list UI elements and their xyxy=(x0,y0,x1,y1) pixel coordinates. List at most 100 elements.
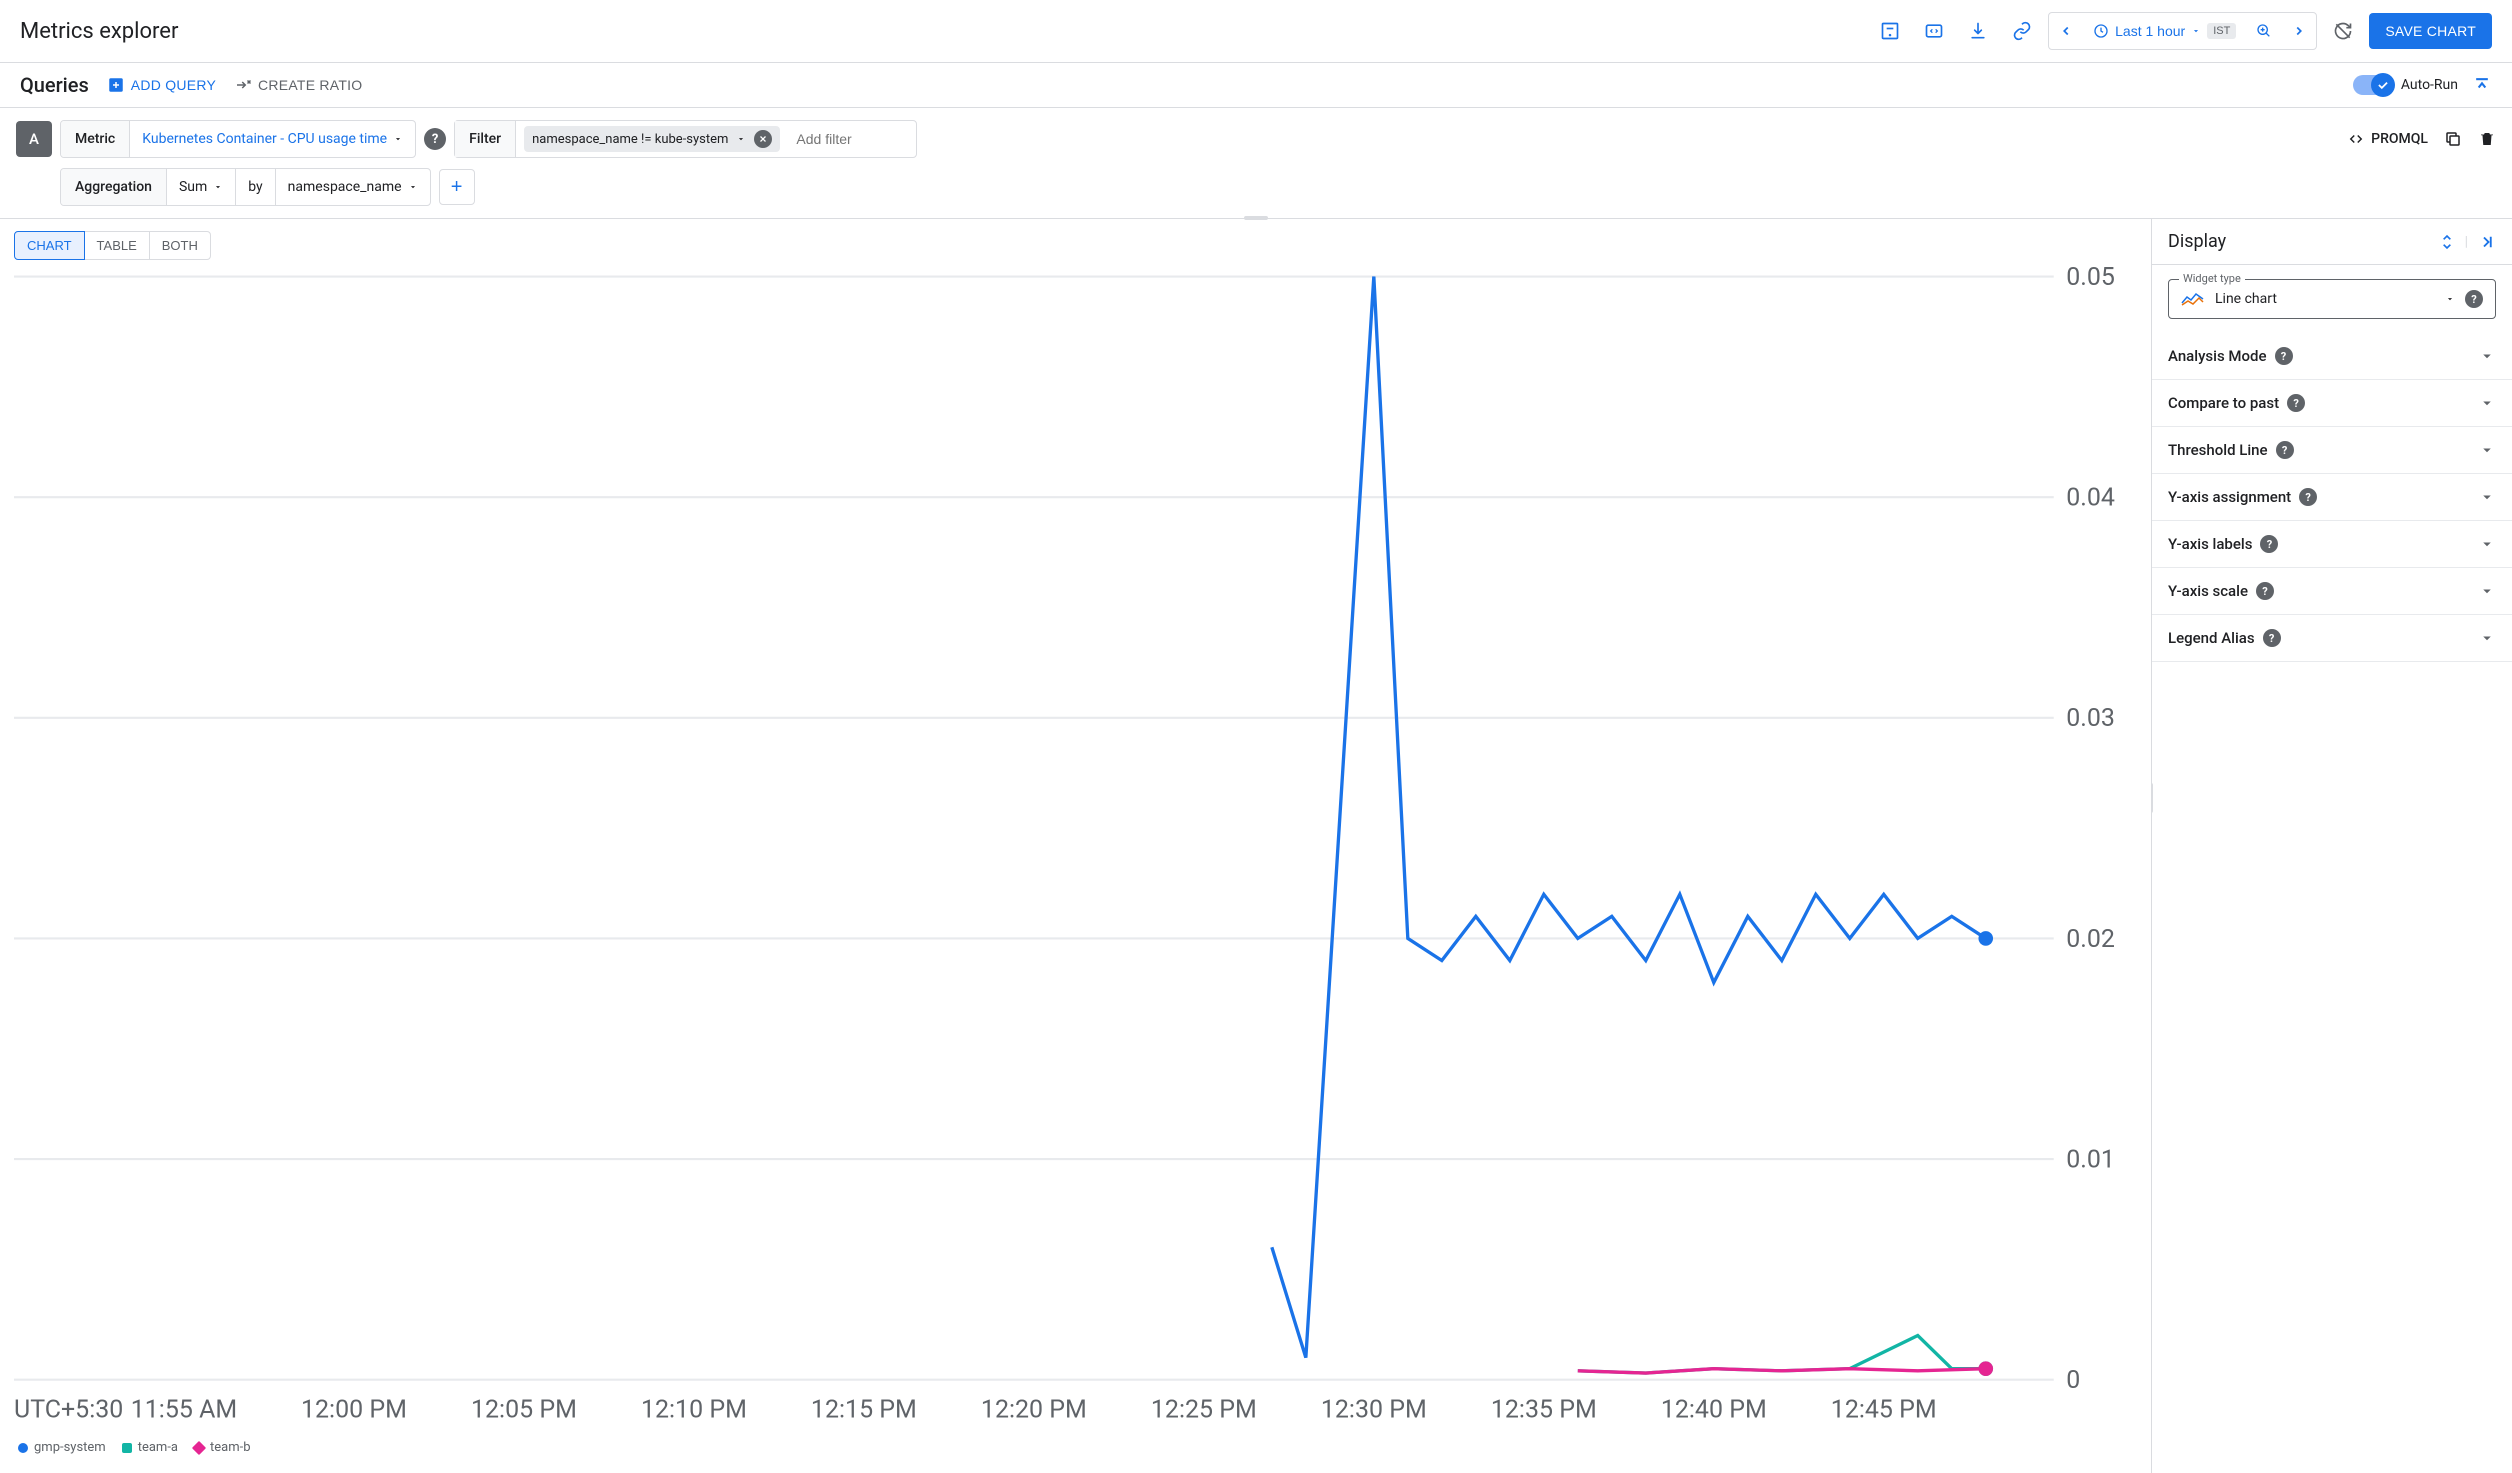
top-actions: Last 1 hour IST SAVE CHART xyxy=(1872,12,2492,50)
code-icon[interactable] xyxy=(1916,13,1952,49)
accordion-yaxis-assignment[interactable]: Y-axis assignment? xyxy=(2152,474,2512,521)
svg-text:0: 0 xyxy=(2066,1366,2080,1395)
legend-row: gmp-system team-a team-b xyxy=(14,1434,2137,1461)
query-letter-badge: A xyxy=(16,121,52,157)
display-header-actions: | xyxy=(2439,232,2496,252)
view-tab-chart[interactable]: CHART xyxy=(14,231,85,260)
help-icon[interactable]: ? xyxy=(2287,394,2305,412)
aggregation-group[interactable]: namespace_name xyxy=(275,169,430,205)
svg-text:0.05: 0.05 xyxy=(2066,264,2115,292)
queries-bar-right: Auto-Run xyxy=(2353,75,2492,95)
aggregation-by-label: by xyxy=(235,169,274,205)
legend-item-team-a[interactable]: team-a xyxy=(122,1440,178,1455)
query-row-1: A Metric Kubernetes Container - CPU usag… xyxy=(16,120,2496,158)
chevron-down-icon[interactable] xyxy=(736,134,746,144)
time-range-next-button[interactable] xyxy=(2282,13,2316,49)
chevron-down-icon xyxy=(2478,441,2496,459)
svg-text:12:45 PM: 12:45 PM xyxy=(1831,1395,1937,1424)
help-icon[interactable]: ? xyxy=(2275,347,2293,365)
help-icon[interactable]: ? xyxy=(2256,582,2274,600)
line-chart-icon xyxy=(2181,291,2205,307)
display-panel: Display | Widget type Line chart ? A xyxy=(2152,219,2512,1473)
collapse-panel-icon[interactable] xyxy=(2478,233,2496,251)
legend-item-gmp-system[interactable]: gmp-system xyxy=(18,1440,106,1455)
chevron-down-icon[interactable] xyxy=(2445,294,2455,304)
help-icon[interactable]: ? xyxy=(2260,535,2278,553)
accordion-yaxis-labels[interactable]: Y-axis labels? xyxy=(2152,521,2512,568)
expand-collapse-icon[interactable] xyxy=(2439,232,2455,252)
filter-label: Filter xyxy=(455,121,516,157)
svg-text:UTC+5:30: UTC+5:30 xyxy=(14,1395,123,1424)
collapse-queries-icon[interactable] xyxy=(2472,75,2492,95)
toggle-switch[interactable] xyxy=(2353,75,2393,95)
metric-value[interactable]: Kubernetes Container - CPU usage time xyxy=(130,121,415,157)
widget-type-selector[interactable]: Widget type Line chart ? xyxy=(2168,279,2496,319)
save-chart-button[interactable]: SAVE CHART xyxy=(2369,13,2492,49)
time-range-label: Last 1 hour xyxy=(2115,23,2185,39)
accordion-compare-past[interactable]: Compare to past? xyxy=(2152,380,2512,427)
view-tab-table[interactable]: TABLE xyxy=(84,231,150,260)
add-query-button[interactable]: ADD QUERY xyxy=(107,76,216,94)
filter-selector[interactable]: Filter namespace_name != kube-system xyxy=(454,120,917,158)
metric-selector[interactable]: Metric Kubernetes Container - CPU usage … xyxy=(60,120,416,158)
delete-icon[interactable] xyxy=(2478,130,2496,148)
svg-text:12:10 PM: 12:10 PM xyxy=(641,1395,747,1424)
copy-icon[interactable] xyxy=(2444,130,2462,148)
chevron-down-icon xyxy=(2478,629,2496,647)
metric-label: Metric xyxy=(61,121,130,157)
accordion-analysis-mode[interactable]: Analysis Mode? xyxy=(2152,333,2512,380)
view-tab-both[interactable]: BOTH xyxy=(149,231,211,260)
autorefresh-off-icon[interactable] xyxy=(2325,13,2361,49)
aggregation-func[interactable]: Sum xyxy=(167,169,235,205)
chart-svg: 00.010.020.030.040.05UTC+5:3011:55 AM12:… xyxy=(14,264,2137,1434)
drag-handle[interactable] xyxy=(1244,216,1268,220)
zoom-icon[interactable] xyxy=(2246,13,2282,49)
query-row-2: Aggregation Sum by namespace_name + xyxy=(16,168,2496,206)
aggregation-selector[interactable]: Aggregation Sum by namespace_name xyxy=(60,168,431,206)
chart-area: CHART TABLE BOTH 00.010.020.030.040.05UT… xyxy=(0,219,2152,1473)
metric-help-icon[interactable]: ? xyxy=(424,128,446,150)
create-ratio-label: CREATE RATIO xyxy=(258,77,362,93)
help-icon[interactable]: ? xyxy=(2299,488,2317,506)
legend-item-team-b[interactable]: team-b xyxy=(194,1440,251,1455)
chevron-down-icon xyxy=(2478,535,2496,553)
chevron-down-icon xyxy=(2478,394,2496,412)
add-aggregation-button[interactable]: + xyxy=(439,169,475,205)
add-query-label: ADD QUERY xyxy=(131,77,216,93)
help-icon[interactable]: ? xyxy=(2263,629,2281,647)
chart-canvas[interactable]: 00.010.020.030.040.05UTC+5:3011:55 AM12:… xyxy=(14,264,2137,1434)
display-header: Display | xyxy=(2152,219,2512,265)
svg-text:0.04: 0.04 xyxy=(2066,483,2115,512)
svg-text:12:00 PM: 12:00 PM xyxy=(301,1395,407,1424)
chevron-down-icon xyxy=(2478,582,2496,600)
svg-text:12:35 PM: 12:35 PM xyxy=(1491,1395,1597,1424)
time-range-picker[interactable]: Last 1 hour IST xyxy=(2083,13,2246,49)
download-icon[interactable] xyxy=(1960,13,1996,49)
add-to-dashboard-icon[interactable] xyxy=(1872,13,1908,49)
aggregation-label: Aggregation xyxy=(61,169,167,205)
widget-type-help-icon[interactable]: ? xyxy=(2465,290,2483,308)
accordion-threshold-line[interactable]: Threshold Line? xyxy=(2152,427,2512,474)
help-icon[interactable]: ? xyxy=(2276,441,2294,459)
filter-chip[interactable]: namespace_name != kube-system xyxy=(524,126,780,152)
auto-run-toggle[interactable]: Auto-Run xyxy=(2353,75,2458,95)
legend-diamond-icon xyxy=(192,1440,206,1454)
accordion-yaxis-scale[interactable]: Y-axis scale? xyxy=(2152,568,2512,615)
add-filter-input[interactable] xyxy=(788,131,908,147)
panel-resize-handle[interactable] xyxy=(2152,783,2153,813)
create-ratio-button[interactable]: CREATE RATIO xyxy=(234,76,362,94)
widget-type-label: Widget type xyxy=(2179,272,2245,285)
toggle-knob-check-icon xyxy=(2371,73,2395,97)
time-range-prev-button[interactable] xyxy=(2049,13,2083,49)
auto-run-label: Auto-Run xyxy=(2401,77,2458,93)
svg-text:12:30 PM: 12:30 PM xyxy=(1321,1395,1427,1424)
time-range-group: Last 1 hour IST xyxy=(2048,12,2317,50)
queries-title: Queries xyxy=(20,73,89,97)
link-icon[interactable] xyxy=(2004,13,2040,49)
page-title: Metrics explorer xyxy=(20,19,178,44)
filter-chip-remove-icon[interactable] xyxy=(754,130,772,148)
promql-button[interactable]: PROMQL xyxy=(2347,131,2428,147)
accordion-legend-alias[interactable]: Legend Alias? xyxy=(2152,615,2512,662)
svg-text:12:15 PM: 12:15 PM xyxy=(811,1395,917,1424)
display-title: Display xyxy=(2168,231,2226,252)
